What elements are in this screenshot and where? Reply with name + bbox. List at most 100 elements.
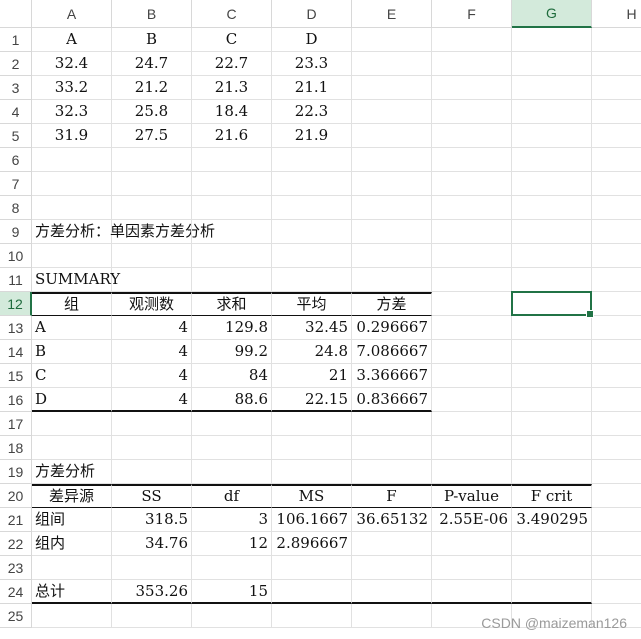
cell-h16[interactable] — [592, 388, 641, 412]
cell-a9[interactable]: 方差分析：单因素方差分析 — [32, 220, 215, 244]
cell-a5[interactable]: 31.9 — [32, 124, 112, 148]
cell-e14[interactable]: 7.086667 — [352, 340, 432, 364]
cell-h23[interactable] — [592, 556, 641, 580]
cell-f20[interactable]: P-value — [432, 484, 512, 508]
cell-c5[interactable]: 21.6 — [192, 124, 272, 148]
cell-d9[interactable] — [272, 220, 352, 244]
spreadsheet-grid[interactable]: A B C D 32.4 24.7 22.7 23.3 33.2 21.2 21.3 21.1 32.3… — [0, 0, 641, 639]
cell-b13[interactable]: 4 — [112, 316, 192, 340]
cell-b25[interactable] — [112, 604, 192, 628]
cell-e19[interactable] — [352, 460, 432, 484]
cell-b19[interactable] — [112, 460, 192, 484]
cell-d8[interactable] — [272, 196, 352, 220]
cell-f19[interactable] — [432, 460, 512, 484]
cell-b18[interactable] — [112, 436, 192, 460]
row-header-16[interactable]: 16 — [0, 388, 32, 412]
cell-e4[interactable] — [352, 100, 432, 124]
cell-d14[interactable]: 24.8 — [272, 340, 352, 364]
cell-b14[interactable]: 4 — [112, 340, 192, 364]
cell-d22[interactable]: 2.896667 — [272, 532, 352, 556]
cell-c10[interactable] — [192, 244, 272, 268]
cell-b10[interactable] — [112, 244, 192, 268]
cell-e11[interactable] — [352, 268, 432, 292]
cell-g20[interactable]: F crit — [512, 484, 592, 508]
cell-c1[interactable]: C — [192, 28, 272, 52]
cell-g7[interactable] — [512, 172, 592, 196]
cell-g1[interactable] — [512, 28, 592, 52]
cell-c25[interactable] — [192, 604, 272, 628]
cell-d20[interactable]: MS — [272, 484, 352, 508]
cell-f16[interactable] — [432, 388, 512, 412]
row-header-12[interactable]: 12 — [0, 292, 32, 316]
cell-f2[interactable] — [432, 52, 512, 76]
cell-c21[interactable]: 3 — [192, 508, 272, 532]
cell-a4[interactable]: 32.3 — [32, 100, 112, 124]
cell-e7[interactable] — [352, 172, 432, 196]
cell-b22[interactable]: 34.76 — [112, 532, 192, 556]
cell-g13[interactable] — [512, 316, 592, 340]
cell-g23[interactable] — [512, 556, 592, 580]
column-header-c[interactable]: C — [192, 0, 272, 28]
cell-f6[interactable] — [432, 148, 512, 172]
cell-a17[interactable] — [32, 412, 112, 436]
cell-c12[interactable]: 求和 — [192, 292, 272, 316]
cell-d2[interactable]: 23.3 — [272, 52, 352, 76]
row-header-21[interactable]: 21 — [0, 508, 32, 532]
cell-d25[interactable] — [272, 604, 352, 628]
cell-d15[interactable]: 21 — [272, 364, 352, 388]
row-header-8[interactable]: 8 — [0, 196, 32, 220]
cell-g16[interactable] — [512, 388, 592, 412]
cell-h12[interactable] — [592, 292, 641, 316]
cell-g17[interactable] — [512, 412, 592, 436]
cell-g24[interactable] — [512, 580, 592, 604]
cell-f5[interactable] — [432, 124, 512, 148]
cell-g22[interactable] — [512, 532, 592, 556]
cell-a1[interactable]: A — [32, 28, 112, 52]
column-header-h[interactable]: H — [592, 0, 641, 28]
cell-h4[interactable] — [592, 100, 641, 124]
cell-g21[interactable]: 3.490295 — [512, 508, 592, 532]
cell-a23[interactable] — [32, 556, 112, 580]
cell-e22[interactable] — [352, 532, 432, 556]
cell-b21[interactable]: 318.5 — [112, 508, 192, 532]
cell-h3[interactable] — [592, 76, 641, 100]
cell-a14[interactable]: B — [32, 340, 112, 364]
cell-e2[interactable] — [352, 52, 432, 76]
cell-b1[interactable]: B — [112, 28, 192, 52]
cell-f21[interactable]: 2.55E-06 — [432, 508, 512, 532]
row-header-14[interactable]: 14 — [0, 340, 32, 364]
cell-e8[interactable] — [352, 196, 432, 220]
cell-h18[interactable] — [592, 436, 641, 460]
cell-h10[interactable] — [592, 244, 641, 268]
cell-f13[interactable] — [432, 316, 512, 340]
row-header-25[interactable]: 25 — [0, 604, 32, 628]
cell-h24[interactable] — [592, 580, 641, 604]
cell-c19[interactable] — [192, 460, 272, 484]
cell-h5[interactable] — [592, 124, 641, 148]
row-header-23[interactable]: 23 — [0, 556, 32, 580]
cell-e23[interactable] — [352, 556, 432, 580]
cell-f8[interactable] — [432, 196, 512, 220]
cell-a21[interactable]: 组间 — [32, 508, 112, 532]
cell-h19[interactable] — [592, 460, 641, 484]
row-header-18[interactable]: 18 — [0, 436, 32, 460]
cell-h11[interactable] — [592, 268, 641, 292]
cell-f23[interactable] — [432, 556, 512, 580]
cell-d5[interactable]: 21.9 — [272, 124, 352, 148]
cell-c13[interactable]: 129.8 — [192, 316, 272, 340]
row-header-22[interactable]: 22 — [0, 532, 32, 556]
select-all-corner[interactable] — [0, 0, 32, 28]
cell-c7[interactable] — [192, 172, 272, 196]
cell-c20[interactable]: df — [192, 484, 272, 508]
cell-b15[interactable]: 4 — [112, 364, 192, 388]
cell-h15[interactable] — [592, 364, 641, 388]
cell-a7[interactable] — [32, 172, 112, 196]
cell-c9[interactable] — [192, 220, 272, 244]
column-header-a[interactable]: A — [32, 0, 112, 28]
column-header-g[interactable]: G — [512, 0, 592, 28]
cell-f3[interactable] — [432, 76, 512, 100]
cell-e24[interactable] — [352, 580, 432, 604]
cell-g12[interactable] — [512, 292, 592, 316]
cell-g19[interactable] — [512, 460, 592, 484]
cell-a22[interactable]: 组内 — [32, 532, 112, 556]
